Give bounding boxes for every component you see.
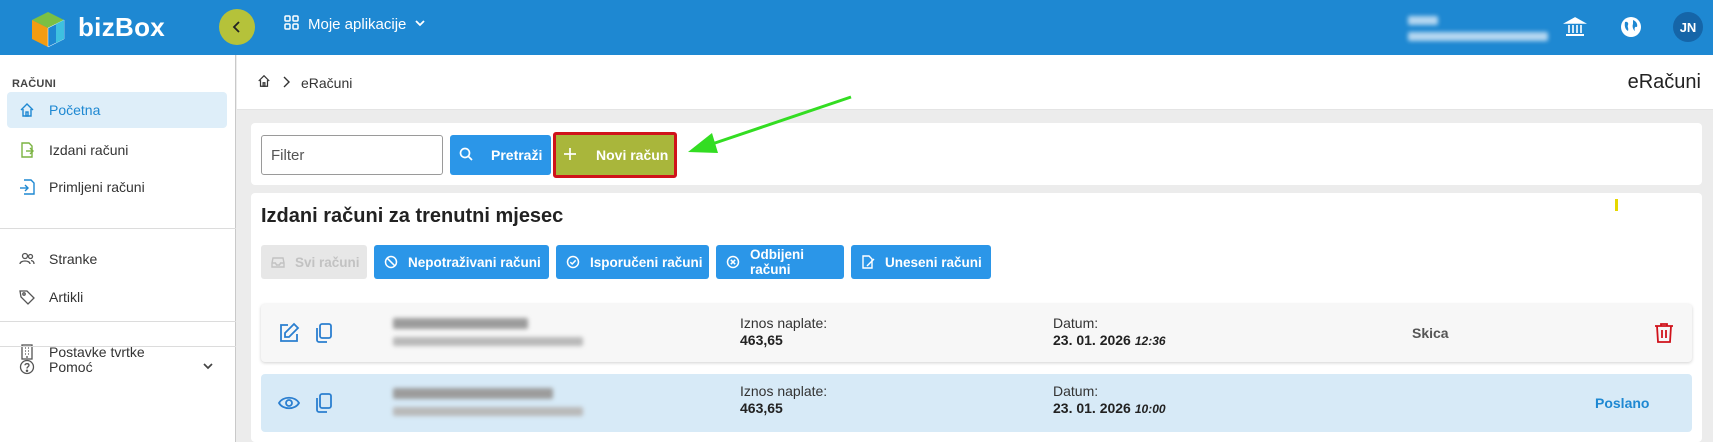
redacted-invoice-number [393, 388, 553, 399]
inbox-icon [271, 255, 285, 269]
globe-icon[interactable] [1617, 13, 1645, 41]
amount-label: Iznos naplate: [740, 315, 828, 331]
search-icon [459, 147, 473, 164]
user-avatar[interactable]: JN [1673, 12, 1703, 42]
sidebar-divider [0, 346, 236, 347]
collapse-sidebar-button[interactable] [219, 9, 255, 45]
invoice-in-icon [18, 178, 36, 196]
people-icon [18, 250, 36, 268]
sidebar-item-label: Primljeni računi [49, 179, 145, 195]
tab-label: Isporučeni računi [590, 254, 703, 270]
chevron-down-icon [201, 359, 215, 376]
chevron-right-icon [281, 75, 291, 91]
check-circle-icon [566, 255, 580, 269]
section-title: Izdani računi za trenutni mjesec [261, 205, 564, 227]
tab-entered-invoices[interactable]: Uneseni računi [851, 245, 991, 279]
redacted-invoice-number [393, 318, 528, 329]
sidebar-section-header: RAČUNI [12, 78, 56, 90]
tab-rejected-invoices[interactable]: Odbijeni računi [716, 245, 844, 279]
tab-label: Svi računi [295, 254, 360, 270]
sidebar-item-label: Stranke [49, 251, 98, 267]
eye-icon[interactable] [277, 391, 301, 415]
breadcrumb-bar: eRačuni eRačuni [237, 55, 1713, 110]
search-button-label: Pretraži [491, 147, 543, 163]
sidebar-item-label: Pomoć [49, 359, 93, 375]
date-value: 23. 01. 2026 10:00 [1053, 400, 1166, 416]
issued-invoices-card: Izdani računi za trenutni mjesec Svi rač… [251, 193, 1702, 442]
tab-label: Odbijeni računi [750, 247, 804, 277]
invoice-row[interactable]: Iznos naplate: 463,65 Datum: 23. 01. 202… [261, 374, 1692, 432]
new-invoice-button-label: Novi račun [596, 147, 669, 163]
amount-value: 463,65 [740, 332, 783, 348]
ban-icon [384, 255, 398, 269]
sidebar-item-articles[interactable]: Artikli [7, 279, 227, 315]
apps-grid-icon [284, 15, 299, 34]
my-apps-label: Moje aplikacije [308, 16, 407, 33]
date-label: Datum: [1053, 315, 1099, 331]
redacted-company-info [1408, 12, 1550, 46]
tag-icon [18, 288, 36, 306]
sidebar-item-issued-invoices[interactable]: Izdani računi [7, 132, 227, 168]
tab-delivered-invoices[interactable]: Isporučeni računi [556, 245, 709, 279]
sidebar-item-label: Početna [49, 102, 101, 118]
top-bar: bizBox Moje aplikacije JN [0, 0, 1713, 55]
filter-input[interactable] [261, 135, 443, 175]
sidebar-item-help[interactable]: Pomoć [7, 349, 227, 385]
status-badge: Poslano [1595, 395, 1650, 411]
home-icon[interactable] [257, 74, 271, 91]
tab-label: Uneseni računi [885, 254, 982, 270]
sidebar-item-clients[interactable]: Stranke [7, 241, 227, 277]
edit-icon[interactable] [277, 321, 301, 345]
plus-icon [563, 147, 577, 164]
sidebar-item-received-invoices[interactable]: Primljeni računi [7, 169, 227, 205]
invoice-out-icon [18, 141, 36, 159]
invoice-row[interactable]: Iznos naplate: 463,65 Datum: 23. 01. 202… [261, 304, 1692, 362]
date-value: 23. 01. 2026 12:36 [1053, 332, 1166, 348]
yellow-marker [1615, 199, 1618, 211]
bank-icon[interactable] [1561, 13, 1589, 41]
delete-icon[interactable] [1652, 321, 1676, 345]
x-circle-icon [726, 255, 740, 269]
status-badge: Skica [1412, 325, 1449, 341]
home-icon [18, 101, 36, 119]
redacted-client-name [393, 407, 583, 416]
chevron-down-icon [414, 16, 426, 33]
sidebar-divider [0, 321, 236, 322]
brand-name: bizBox [78, 12, 166, 42]
filter-toolbar: Pretraži Novi račun [251, 123, 1702, 185]
sidebar: RAČUNI Početna Izdani računi Primljeni r… [0, 55, 236, 442]
my-apps-menu[interactable]: Moje aplikacije [284, 15, 426, 34]
help-icon [18, 358, 36, 376]
sidebar-item-home[interactable]: Početna [7, 92, 227, 128]
search-button[interactable]: Pretraži [450, 135, 551, 175]
tab-label: Nepotraživani računi [408, 254, 541, 270]
new-invoice-button[interactable]: Novi račun [553, 132, 677, 178]
bizbox-logo-icon[interactable] [28, 9, 68, 49]
sidebar-item-label: Izdani računi [49, 142, 129, 158]
document-edit-icon [861, 255, 875, 269]
chevron-left-icon [232, 21, 240, 33]
copy-icon[interactable] [312, 321, 336, 345]
redacted-client-name [393, 337, 583, 346]
breadcrumb-current: eRačuni [301, 74, 353, 91]
tab-unclaimed-invoices[interactable]: Nepotraživani računi [374, 245, 549, 279]
amount-label: Iznos naplate: [740, 383, 828, 399]
amount-value: 463,65 [740, 400, 783, 416]
sidebar-divider [0, 228, 236, 229]
page-title: eRačuni [1627, 71, 1701, 93]
copy-icon[interactable] [312, 391, 336, 415]
sidebar-item-label: Artikli [49, 289, 84, 305]
breadcrumb: eRačuni [257, 74, 352, 91]
date-label: Datum: [1053, 383, 1099, 399]
tab-all-invoices[interactable]: Svi računi [261, 245, 367, 279]
